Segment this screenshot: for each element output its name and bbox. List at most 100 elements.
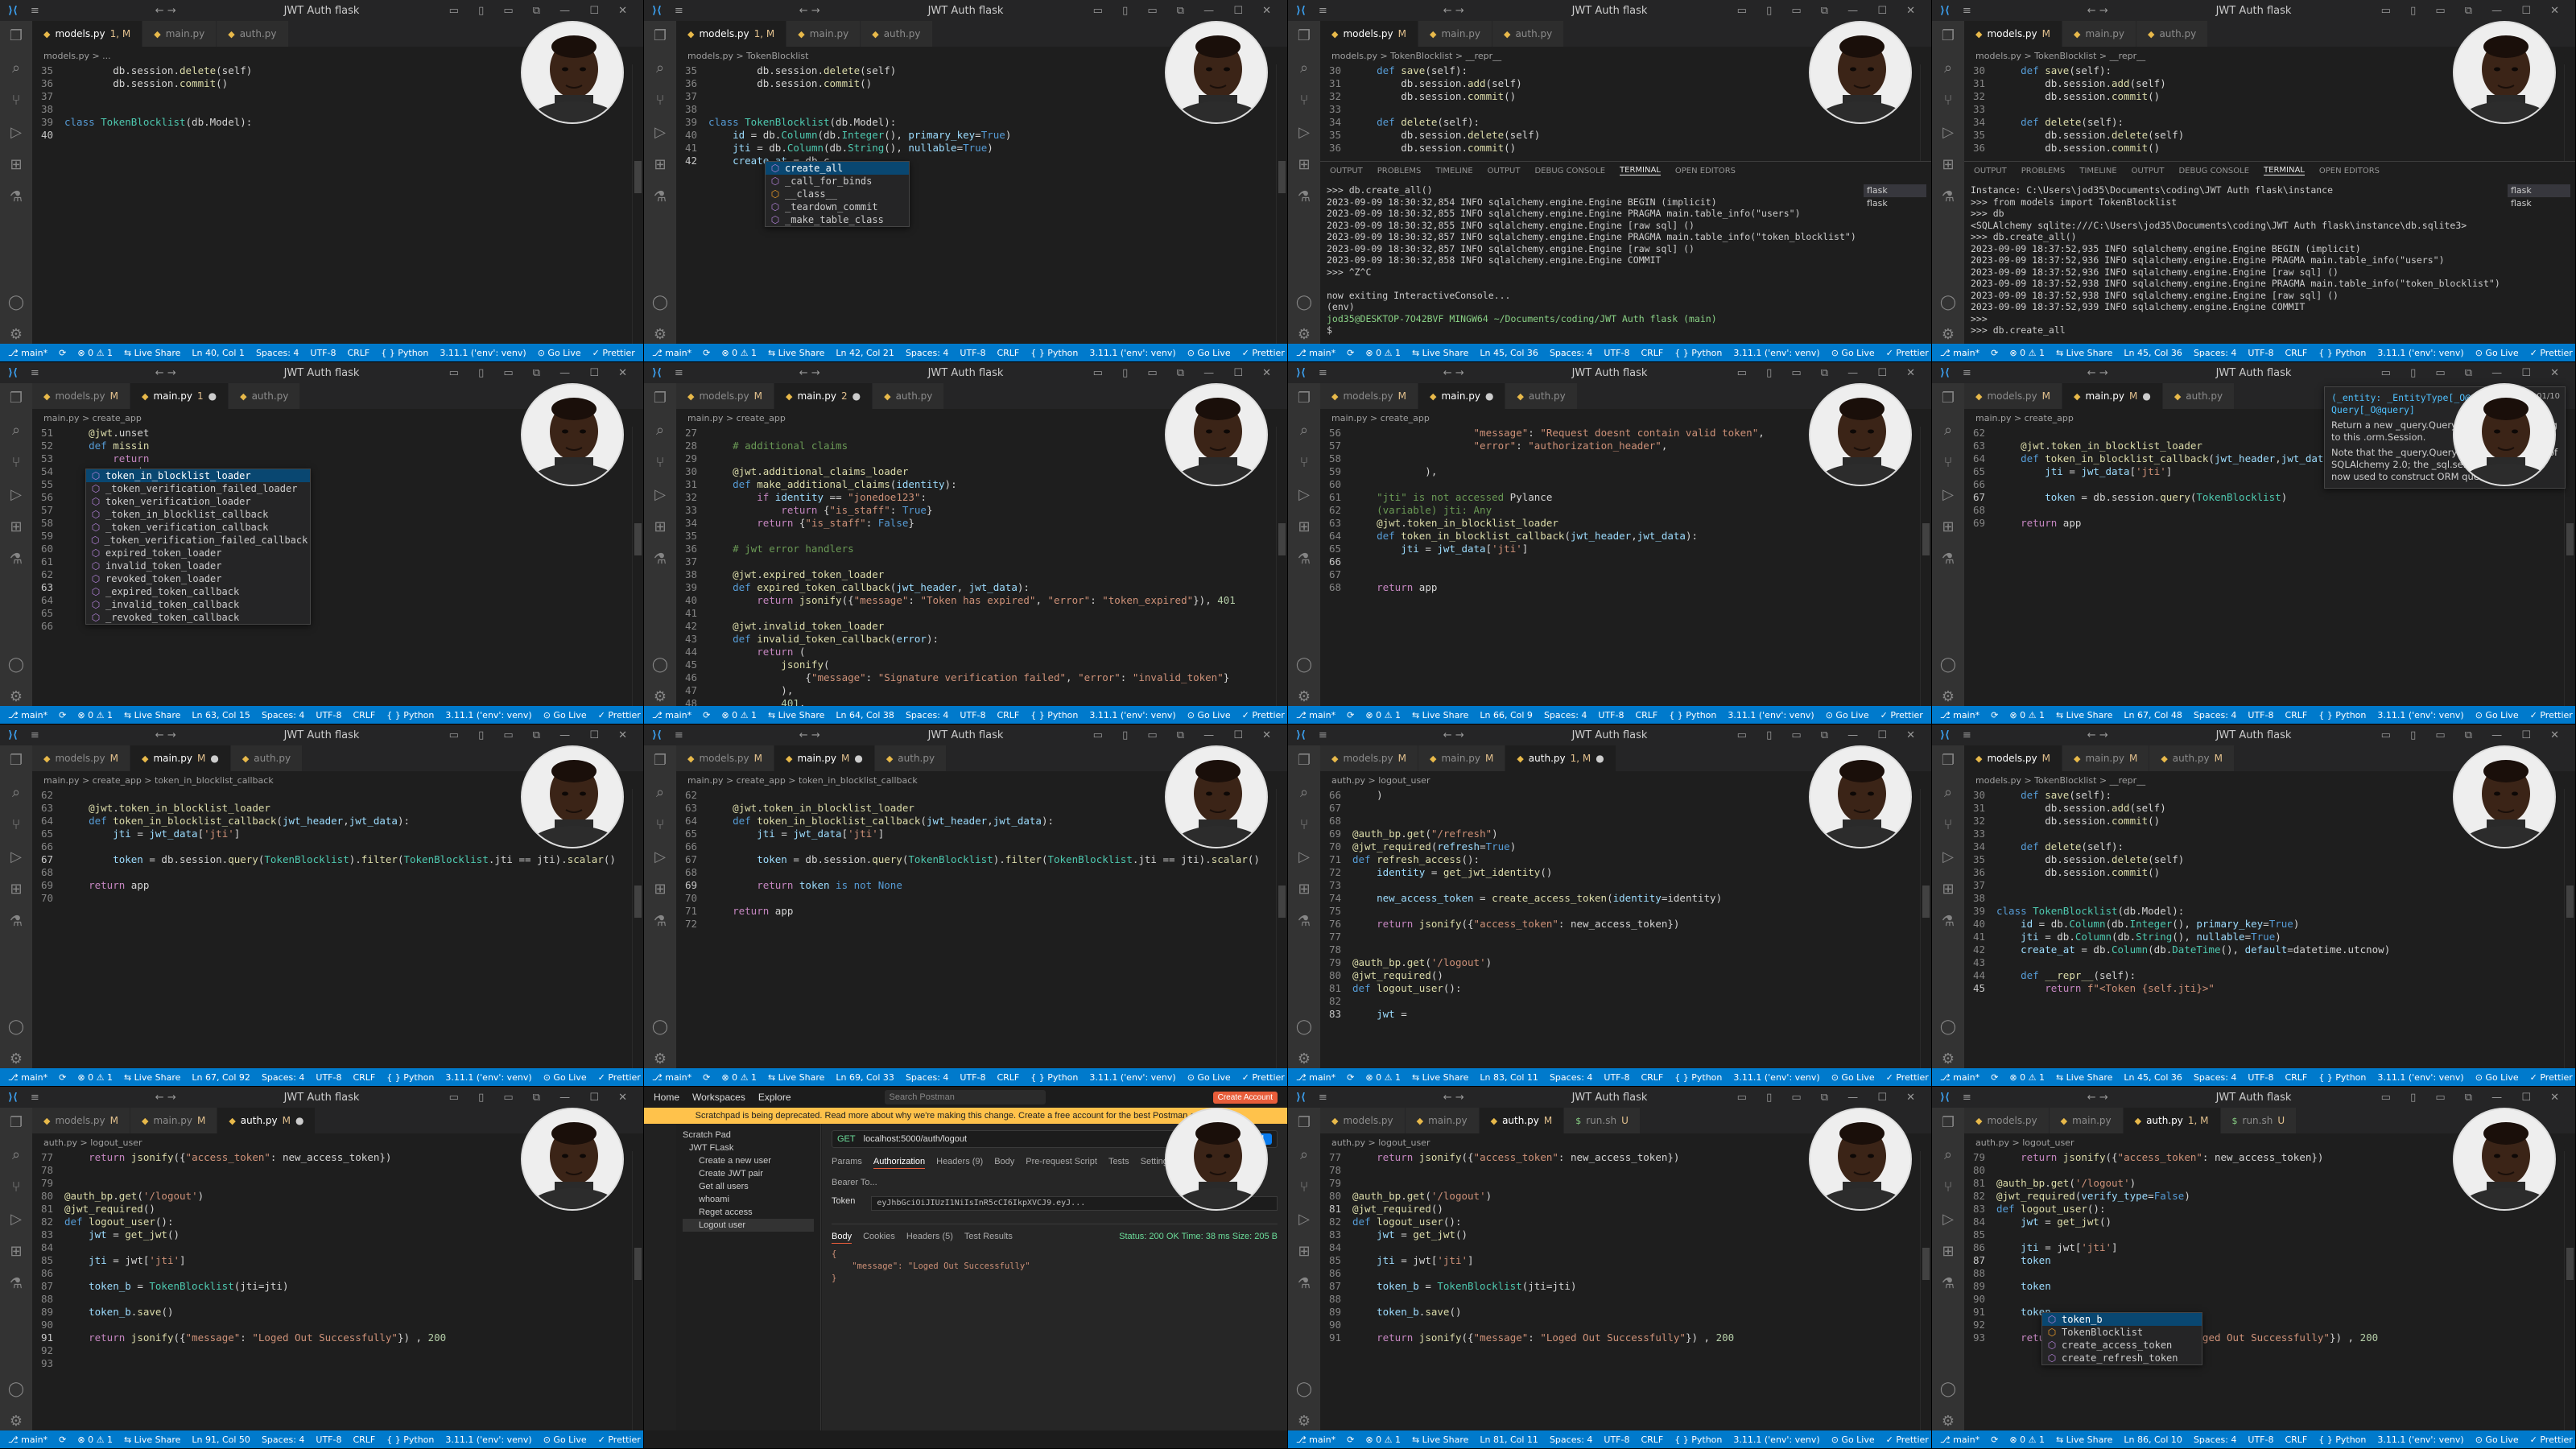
- accounts-icon[interactable]: ◯: [651, 1018, 669, 1036]
- encoding-indicator[interactable]: UTF-8: [1604, 1072, 1629, 1083]
- language-mode[interactable]: { } Python: [381, 348, 428, 358]
- code-line[interactable]: 35: [676, 530, 1287, 543]
- nav-back-forward-icon[interactable]: ← →: [799, 367, 820, 379]
- code-line[interactable]: 90: [1320, 1319, 1931, 1331]
- code-line[interactable]: 48 401,: [676, 697, 1287, 706]
- live-share-button[interactable]: ⇆ Live Share: [2056, 710, 2112, 720]
- code-line[interactable]: 83 jwt =: [1320, 1008, 1931, 1021]
- editor-tab[interactable]: ◆ main.py ●: [1418, 383, 1506, 409]
- extensions-icon[interactable]: ⊞: [1295, 881, 1313, 898]
- language-mode[interactable]: { } Python: [2318, 348, 2366, 358]
- code-line[interactable]: 83 jwt = get_jwt(): [32, 1228, 643, 1241]
- code-line[interactable]: 70: [676, 892, 1287, 905]
- cursor-position[interactable]: Ln 42, Col 21: [836, 348, 894, 358]
- extensions-icon[interactable]: ⊞: [1939, 881, 1957, 898]
- code-line[interactable]: 63 @jwt.token_in_blocklist_loader: [1320, 517, 1931, 530]
- branch-indicator[interactable]: ⎇ main*: [8, 348, 47, 358]
- window-controls[interactable]: ▭ ▯ ▭ ⧉ — ☐ ✕: [1737, 1092, 1923, 1104]
- problems-indicator[interactable]: ⊗ 0 ⚠ 1: [1365, 1435, 1401, 1445]
- editor-tab[interactable]: ◆ models.py M: [1964, 745, 2062, 771]
- testing-icon[interactable]: ⚗: [7, 188, 25, 206]
- code-line[interactable]: 33 return {"is_staff": True}: [676, 504, 1287, 517]
- prettier-indicator[interactable]: ✓ Prettier: [598, 1072, 641, 1083]
- editor-tab[interactable]: ◆ models.py M: [1320, 745, 1418, 771]
- window-controls[interactable]: ▭ ▯ ▭ ⧉ — ☐ ✕: [449, 729, 635, 741]
- code-line[interactable]: 36 db.session.commit(): [1964, 866, 2575, 879]
- branch-indicator[interactable]: ⎇ main*: [1296, 710, 1335, 720]
- go-live-button[interactable]: ⊙ Go Live: [1831, 348, 1875, 358]
- interpreter-indicator[interactable]: 3.11.1 ('env': venv): [1733, 1435, 1819, 1445]
- explorer-icon[interactable]: ❐: [1295, 390, 1313, 407]
- encoding-indicator[interactable]: UTF-8: [1604, 348, 1629, 358]
- response-tab[interactable]: Test Results: [964, 1229, 1013, 1244]
- code-line[interactable]: 77: [1320, 931, 1931, 943]
- code-line[interactable]: 42 create_at = db.Column(db.DateTime(), …: [1964, 943, 2575, 956]
- unsaved-dot-icon[interactable]: ●: [852, 390, 861, 402]
- problems-indicator[interactable]: ⊗ 0 ⚠ 1: [721, 710, 757, 720]
- request-tab[interactable]: Headers (9): [936, 1154, 983, 1169]
- search-icon[interactable]: ⌕: [1295, 1146, 1313, 1164]
- indent-indicator[interactable]: Spaces: 4: [262, 1072, 304, 1083]
- interpreter-indicator[interactable]: 3.11.1 ('env': venv): [2377, 348, 2463, 358]
- interpreter-indicator[interactable]: 3.11.1 ('env': venv): [1733, 348, 1819, 358]
- testing-icon[interactable]: ⚗: [1939, 188, 1957, 206]
- encoding-indicator[interactable]: UTF-8: [316, 1435, 341, 1445]
- editor-tab[interactable]: ◆ auth.py: [1492, 21, 1565, 47]
- code-line[interactable]: 40 id = db.Column(db.Integer(), primary_…: [1964, 918, 2575, 931]
- sync-icon[interactable]: ⟳: [1347, 348, 1354, 358]
- gear-icon[interactable]: ⚙: [1295, 1413, 1313, 1430]
- code-line[interactable]: 74 new_access_token = create_access_toke…: [1320, 892, 1931, 905]
- code-line[interactable]: 68 return app: [1320, 581, 1931, 594]
- prettier-indicator[interactable]: ✓ Prettier: [1242, 1072, 1285, 1083]
- eol-indicator[interactable]: CRLF: [997, 1072, 1019, 1083]
- search-icon[interactable]: ⌕: [1295, 60, 1313, 77]
- sync-icon[interactable]: ⟳: [1991, 348, 1998, 358]
- source-control-icon[interactable]: ⑂: [1295, 454, 1313, 472]
- indent-indicator[interactable]: Spaces: 4: [906, 1072, 948, 1083]
- code-line[interactable]: 72: [676, 918, 1287, 931]
- language-mode[interactable]: { } Python: [1674, 1435, 1722, 1445]
- menu-icon[interactable]: ≡: [675, 729, 687, 741]
- cursor-position[interactable]: Ln 67, Col 92: [192, 1072, 250, 1083]
- scrollbar[interactable]: [632, 64, 643, 344]
- source-control-icon[interactable]: ⑂: [7, 454, 25, 472]
- interpreter-indicator[interactable]: 3.11.1 ('env': venv): [2377, 710, 2463, 720]
- panel-tab[interactable]: PROBLEMS: [2021, 167, 2066, 175]
- extensions-icon[interactable]: ⊞: [7, 1243, 25, 1261]
- language-mode[interactable]: { } Python: [1674, 1072, 1722, 1083]
- terminal-output[interactable]: >>> db.create_all() 2023-09-09 18:30:32,8…: [1327, 184, 1859, 341]
- prettier-indicator[interactable]: ✓ Prettier: [2530, 348, 2573, 358]
- menu-icon[interactable]: ≡: [1963, 5, 1975, 17]
- explorer-icon[interactable]: ❐: [7, 1114, 25, 1132]
- code-line[interactable]: 68: [676, 866, 1287, 879]
- encoding-indicator[interactable]: UTF-8: [960, 348, 985, 358]
- scrollbar-thumb[interactable]: [634, 1248, 642, 1280]
- extensions-icon[interactable]: ⊞: [651, 881, 669, 898]
- code-line[interactable]: 46 {"message": "Signature verification f…: [676, 671, 1287, 684]
- code-line[interactable]: 47 ),: [676, 684, 1287, 697]
- run-debug-icon[interactable]: ▷: [7, 486, 25, 504]
- code-line[interactable]: 62 (variable) jti: Any: [1320, 504, 1931, 517]
- create-account-button[interactable]: Create Account: [1212, 1091, 1278, 1104]
- extensions-icon[interactable]: ⊞: [1295, 1243, 1313, 1261]
- scrollbar[interactable]: [632, 427, 643, 706]
- cursor-position[interactable]: Ln 45, Col 36: [2124, 348, 2182, 358]
- editor-tab[interactable]: ◆ main.py 2 ●: [774, 383, 873, 409]
- indent-indicator[interactable]: Spaces: 4: [2194, 1435, 2236, 1445]
- code-line[interactable]: 35 db.session.delete(self): [1320, 129, 1931, 142]
- editor-tab[interactable]: ◆ main.py: [2049, 1108, 2124, 1133]
- problems-indicator[interactable]: ⊗ 0 ⚠ 1: [2009, 348, 2045, 358]
- accounts-icon[interactable]: ◯: [7, 656, 25, 674]
- suggestion-item[interactable]: ⬡ _token_in_blocklist_callback: [86, 508, 310, 521]
- code-line[interactable]: 86: [32, 1267, 643, 1280]
- encoding-indicator[interactable]: UTF-8: [310, 348, 336, 358]
- prettier-indicator[interactable]: ✓ Prettier: [1880, 710, 1923, 720]
- branch-indicator[interactable]: ⎇ main*: [1940, 1435, 1979, 1445]
- code-line[interactable]: 69 return app: [1964, 517, 2575, 530]
- window-controls[interactable]: ▭ ▯ ▭ ⧉ — ☐ ✕: [1737, 729, 1923, 741]
- interpreter-indicator[interactable]: 3.11.1 ('env': venv): [440, 348, 526, 358]
- sync-icon[interactable]: ⟳: [703, 710, 710, 720]
- run-debug-icon[interactable]: ▷: [7, 848, 25, 866]
- gear-icon[interactable]: ⚙: [1939, 326, 1957, 344]
- language-mode[interactable]: { } Python: [2318, 1435, 2366, 1445]
